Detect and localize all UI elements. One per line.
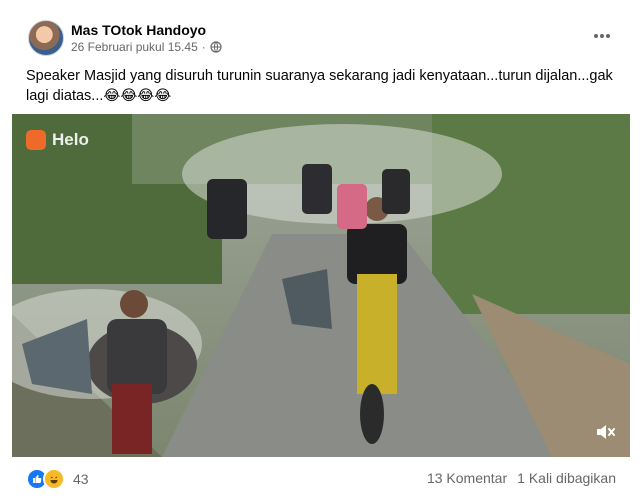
avatar[interactable]	[28, 20, 64, 56]
post-header: Mas TOtok Handoyo 26 Februari pukul 15.4…	[20, 18, 620, 58]
post-meta: 26 Februari pukul 15.45 ·	[71, 40, 222, 54]
post-timestamp[interactable]: 26 Februari pukul 15.45	[71, 40, 198, 54]
author-name[interactable]: Mas TOtok Handoyo	[71, 22, 206, 38]
post-video[interactable]: Helo	[12, 114, 630, 457]
engagement-stats: 13 Komentar 1 Kali dibagikan	[427, 470, 616, 486]
globe-icon	[210, 41, 222, 53]
video-frame	[12, 114, 630, 457]
post-text: Speaker Masjid yang disuruh turunin suar…	[26, 68, 613, 104]
reaction-summary[interactable]: 43	[26, 468, 89, 490]
comments-count[interactable]: 13 Komentar	[427, 470, 507, 486]
reaction-count: 43	[73, 471, 89, 487]
more-options-icon[interactable]	[588, 22, 616, 50]
shares-count[interactable]: 1 Kali dibagikan	[517, 470, 616, 486]
post-card: Mas TOtok Handoyo 26 Februari pukul 15.4…	[0, 0, 640, 502]
speaker-muted-icon[interactable]	[594, 421, 616, 443]
helo-logo-icon	[26, 130, 46, 150]
post-footer: 43 13 Komentar 1 Kali dibagikan	[26, 466, 616, 490]
haha-icon	[43, 468, 65, 490]
video-watermark: Helo	[26, 130, 89, 150]
